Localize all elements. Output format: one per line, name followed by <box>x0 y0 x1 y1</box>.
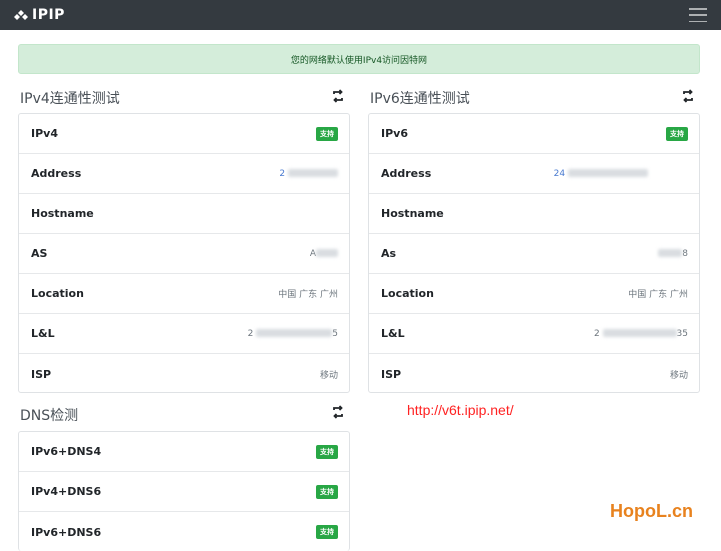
as-value: A <box>310 249 338 259</box>
ipv6-address-value[interactable]: 24 <box>554 169 648 179</box>
dns-card: IPv6+DNS4 支持 IPv4+DNS6 支持 IPv6+DNS6 支持 <box>18 431 350 551</box>
network-default-alert: 您的网络默认使用IPv4访问因特网 <box>18 44 700 74</box>
ipv6-refresh-icon[interactable] <box>681 89 695 103</box>
table-row: IPv6+DNS4 支持 <box>19 432 349 472</box>
address-key: Address <box>381 167 432 180</box>
ipv6-section-title: IPv6连通性测试 <box>370 91 470 107</box>
ipv4-card: IPv4 支持 Address 2 Hostname AS A Location… <box>18 113 350 393</box>
as-key: AS <box>31 247 48 260</box>
location-key: Location <box>381 287 434 300</box>
dns-refresh-icon[interactable] <box>331 405 345 419</box>
ipv4-section-title: IPv4连通性测试 <box>20 91 120 107</box>
latlng-key: L&L <box>381 327 405 340</box>
table-row: Location 中国 广东 广州 <box>19 274 349 314</box>
isp-value: 移动 <box>669 370 688 381</box>
ipv6-key: IPv6 <box>381 127 408 140</box>
ipv4-refresh-icon[interactable] <box>331 89 345 103</box>
support-badge: 支持 <box>666 126 688 141</box>
location-value: 中国 广东 广州 <box>628 290 688 300</box>
table-row: ISP 移动 <box>369 354 699 392</box>
support-badge: 支持 <box>316 444 338 459</box>
ipv4-key: IPv4 <box>31 127 58 140</box>
latlng-value: 2 5 <box>247 328 338 339</box>
latlng-key: L&L <box>31 327 55 340</box>
latlng-value: 2 35 <box>593 328 688 339</box>
table-row: Hostname <box>19 194 349 234</box>
table-row: L&L 2 35 <box>369 314 699 354</box>
support-badge: 支持 <box>316 484 338 499</box>
v6t-link[interactable]: http://v6t.ipip.net/ <box>407 402 514 418</box>
ipv6-dns6-key: IPv6+DNS6 <box>31 525 102 539</box>
table-row: AS A <box>19 234 349 274</box>
hostname-key: Hostname <box>381 207 444 220</box>
as-value: 8 <box>658 249 688 259</box>
watermark-text: HopoL.cn <box>610 501 693 521</box>
address-key: Address <box>31 167 82 180</box>
ipv6-dns4-key: IPv6+DNS4 <box>31 445 102 458</box>
isp-key: ISP <box>31 367 52 381</box>
isp-value: 移动 <box>319 370 338 381</box>
table-row: IPv6 支持 <box>369 114 699 154</box>
brand-link[interactable]: IPIP <box>14 7 65 23</box>
table-row: IPv4 支持 <box>19 114 349 154</box>
hamburger-icon[interactable] <box>689 8 707 22</box>
table-row: L&L 2 5 <box>19 314 349 354</box>
isp-key: ISP <box>381 367 402 381</box>
table-row: IPv6+DNS6 支持 <box>19 512 349 551</box>
table-row: IPv4+DNS6 支持 <box>19 472 349 512</box>
ipv6-card: IPv6 支持 Address 24 Hostname As 8 Locatio… <box>368 113 700 393</box>
table-row: Hostname <box>369 194 699 234</box>
support-badge: 支持 <box>316 525 338 539</box>
location-key: Location <box>31 287 84 300</box>
hostname-key: Hostname <box>31 207 94 220</box>
navbar: IPIP <box>0 0 721 30</box>
ipip-logo-icon <box>14 10 28 20</box>
table-row: ISP 移动 <box>19 354 349 392</box>
ipv4-address-value[interactable]: 2 <box>279 169 338 179</box>
as-key: As <box>381 247 397 260</box>
brand-text: IPIP <box>32 7 65 23</box>
table-row: Address 24 <box>369 154 699 194</box>
support-badge: 支持 <box>316 126 338 141</box>
dns-section-title: DNS检测 <box>20 408 79 424</box>
table-row: As 8 <box>369 234 699 274</box>
table-row: Address 2 <box>19 154 349 194</box>
ipv4-dns6-key: IPv4+DNS6 <box>31 485 102 498</box>
location-value: 中国 广东 广州 <box>278 290 338 300</box>
table-row: Location 中国 广东 广州 <box>369 274 699 314</box>
